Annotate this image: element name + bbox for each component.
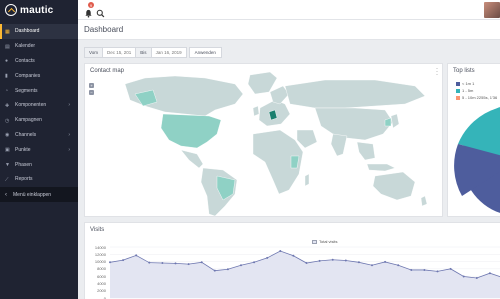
sidebar-item-label: Kalender xyxy=(15,43,36,50)
user-icon: ● xyxy=(5,58,9,65)
sidebar-item-label: Contacts xyxy=(15,57,35,64)
sidebar-item-reports[interactable]: ⟋ Reports xyxy=(0,172,78,187)
visits-data-point[interactable] xyxy=(475,276,478,279)
mautic-logo-icon xyxy=(5,4,17,16)
visits-data-point[interactable] xyxy=(397,264,400,267)
visits-line-chart[interactable] xyxy=(85,223,500,299)
sidebar-item-label: Companies xyxy=(15,72,41,79)
visits-data-point[interactable] xyxy=(410,268,413,271)
app-name: mautic xyxy=(20,4,54,16)
chevron-left-icon: ‹ xyxy=(5,191,7,198)
chevron-right-icon: › xyxy=(68,102,70,109)
dashboard-icon: ▦ xyxy=(5,28,10,35)
map-region-usa[interactable] xyxy=(160,113,222,149)
visits-data-point[interactable] xyxy=(213,269,216,272)
visits-data-point[interactable] xyxy=(371,264,373,267)
visits-data-point[interactable] xyxy=(331,258,334,261)
sidebar-item-punkte[interactable]: ▣ Punkte › xyxy=(0,142,78,157)
visits-data-point[interactable] xyxy=(266,256,269,259)
visits-data-point[interactable] xyxy=(423,268,426,271)
search-button[interactable] xyxy=(96,5,105,18)
sidebar-nav: ▦ Dashboard ▤ Kalender ● Contacts ▮ Companies ◔ S… xyxy=(0,24,78,187)
sidebar-item-kampagnen[interactable]: ◷ Kampagnen xyxy=(0,113,78,128)
date-to-label: Bis xyxy=(136,47,152,58)
rss-icon: ◉ xyxy=(5,132,10,139)
line-chart-icon: ⟋ xyxy=(5,176,9,183)
visits-panel: Visits Total visits 14000 12000 10000 8000 6… xyxy=(84,222,500,299)
visits-data-point[interactable] xyxy=(344,259,347,262)
visits-data-point[interactable] xyxy=(161,262,164,265)
top-lists-panel: Top lists < 1m 1 1 - 5m 5 - 10m 2255s, 1… xyxy=(447,63,500,217)
sidebar: mautic ▦ Dashboard ▤ Kalender ● Contacts ▮ Comp… xyxy=(0,0,78,299)
visits-data-point[interactable] xyxy=(462,275,465,278)
sidebar-item-komponenten[interactable]: ✚ Komponenten › xyxy=(0,98,78,113)
date-range-filter: Vom Dec 15, 201 Bis Jan 16, 2019 Anwende… xyxy=(84,47,222,58)
page-title: Dashboard xyxy=(84,25,124,34)
page-header: Dashboard xyxy=(78,20,500,40)
bell-icon xyxy=(85,9,92,18)
notification-badge: 9 xyxy=(88,2,94,8)
puzzle-icon: ✚ xyxy=(5,102,10,109)
calculator-icon: ▣ xyxy=(5,147,10,154)
visits-data-point[interactable] xyxy=(318,259,321,262)
sidebar-item-channels[interactable]: ◉ Channels › xyxy=(0,128,78,143)
notifications-button[interactable]: 9 xyxy=(84,2,94,18)
contact-map-panel: Contact map · · · + − xyxy=(84,63,443,217)
date-to-input[interactable]: Jan 16, 2019 xyxy=(151,47,187,58)
visits-data-point[interactable] xyxy=(226,268,229,271)
sidebar-item-kalender[interactable]: ▤ Kalender xyxy=(0,39,78,54)
sidebar-item-dashboard[interactable]: ▦ Dashboard xyxy=(0,24,78,39)
user-avatar[interactable] xyxy=(484,2,500,18)
chevron-right-icon: › xyxy=(68,146,70,153)
apply-button[interactable]: Anwenden xyxy=(188,47,222,58)
visits-data-point[interactable] xyxy=(357,261,360,264)
search-icon xyxy=(96,9,105,18)
pie-chart-icon: ◔ xyxy=(5,88,9,95)
world-map[interactable] xyxy=(85,64,444,218)
building-icon: ▮ xyxy=(5,73,8,80)
visits-data-point[interactable] xyxy=(305,262,308,265)
sidebar-item-label: Phasen xyxy=(15,161,32,168)
visits-data-point[interactable] xyxy=(240,264,242,267)
visits-data-point[interactable] xyxy=(109,261,111,264)
visits-data-point[interactable] xyxy=(122,259,125,262)
visits-data-point[interactable] xyxy=(253,261,256,264)
visits-data-point[interactable] xyxy=(200,261,203,264)
collapse-menu-button[interactable]: ‹ Menü einklappen xyxy=(0,187,78,202)
sidebar-item-segments[interactable]: ◔ Segments xyxy=(0,83,78,98)
sidebar-item-companies[interactable]: ▮ Companies xyxy=(0,68,78,83)
visits-data-point[interactable] xyxy=(384,260,387,263)
sidebar-item-label: Dashboard xyxy=(15,28,40,35)
top-header: 9 xyxy=(78,0,500,20)
visits-data-point[interactable] xyxy=(135,254,138,257)
visits-data-point[interactable] xyxy=(488,272,491,275)
visits-data-point[interactable] xyxy=(148,261,151,264)
filter-icon: ▼ xyxy=(5,162,10,169)
visits-data-point[interactable] xyxy=(187,263,190,266)
top-lists-pie-chart[interactable] xyxy=(448,64,500,218)
collapse-menu-label: Menü einklappen xyxy=(13,191,52,198)
visits-data-point[interactable] xyxy=(449,267,452,270)
app-logo[interactable]: mautic xyxy=(0,0,78,20)
date-from-input[interactable]: Dec 15, 201 xyxy=(103,47,137,58)
date-from-label: Vom xyxy=(84,47,104,58)
visits-area xyxy=(110,251,500,298)
chevron-right-icon: › xyxy=(68,131,70,138)
sidebar-item-contacts[interactable]: ● Contacts xyxy=(0,54,78,69)
visits-data-point[interactable] xyxy=(174,262,177,265)
calendar-icon: ▤ xyxy=(5,43,10,50)
visits-data-point[interactable] xyxy=(292,254,295,257)
sidebar-item-label: Reports xyxy=(15,176,33,183)
clock-icon: ◷ xyxy=(5,117,10,124)
visits-data-point[interactable] xyxy=(436,270,439,273)
sidebar-item-phasen[interactable]: ▼ Phasen xyxy=(0,157,78,172)
visits-data-point[interactable] xyxy=(279,250,282,253)
sidebar-item-label: Segments xyxy=(15,87,38,94)
sidebar-item-label: Kampagnen xyxy=(15,117,42,124)
